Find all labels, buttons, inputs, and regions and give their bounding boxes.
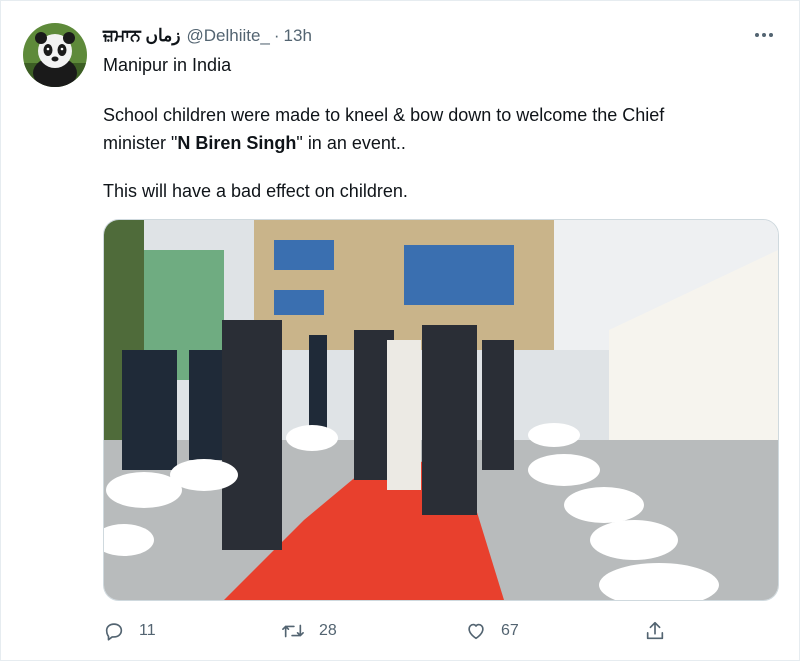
heart-icon [468, 623, 484, 640]
separator-dot: · [273, 26, 280, 45]
user-handle[interactable]: @Delhiite_ [186, 26, 269, 46]
more-icon[interactable] [749, 23, 779, 49]
tweet-location-line: Manipur in India [103, 55, 232, 75]
avatar[interactable] [23, 23, 87, 87]
reply-icon [105, 623, 123, 641]
retweet-icon [282, 624, 304, 638]
tweet-body-line-1: School children were made to kneel & bow… [103, 105, 665, 125]
reply-count: 11 [139, 622, 156, 639]
tweet-body-line-2-suffix: " in an event.. [296, 133, 406, 153]
tweet-header: ਜ਼ਮਾਨ زماں @Delhiite_ · 13h [103, 21, 312, 51]
tweet-body-line-3: This will have a bad effect on children. [103, 181, 408, 201]
timestamp[interactable]: 13h [284, 26, 312, 46]
tweet-card[interactable]: ਜ਼ਮਾਨ زماں @Delhiite_ · 13h Manipur in I… [0, 0, 800, 661]
retweet-button[interactable]: 28 [281, 613, 337, 649]
tweet-photo[interactable] [103, 219, 779, 601]
panda-avatar-icon [23, 23, 87, 87]
share-button[interactable] [644, 613, 680, 649]
display-name[interactable]: ਜ਼ਮਾਨ زماں [103, 26, 180, 46]
tweet-body-line-2-prefix: minister " [103, 133, 178, 153]
tweet-body-line-2: minister "N Biren Singh" in an event.. [103, 129, 406, 157]
tweet-bold-name: N Biren Singh [177, 133, 297, 153]
like-button[interactable]: 67 [465, 613, 519, 649]
tweet-actions: 11 28 67 [103, 613, 777, 649]
like-count: 67 [501, 622, 519, 639]
share-icon [646, 621, 664, 640]
reply-button[interactable]: 11 [103, 613, 156, 649]
retweet-count: 28 [319, 622, 337, 639]
